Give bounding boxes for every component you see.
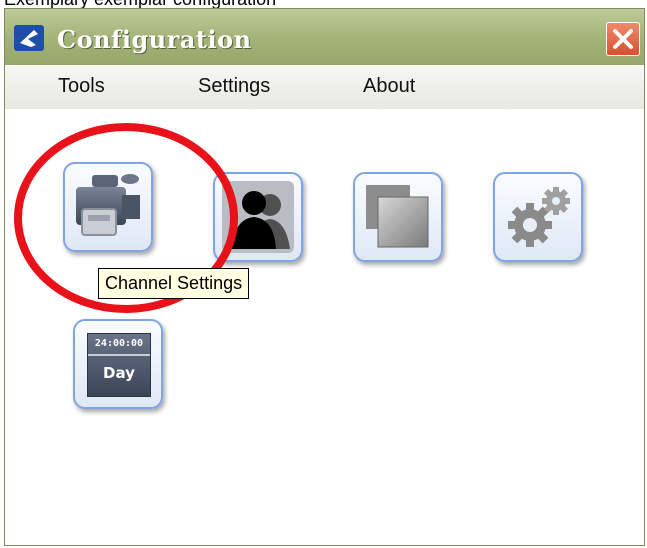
day-schedule-label: Day (103, 364, 135, 382)
day-schedule-time: 24:00:00 (94, 338, 144, 349)
menu-about[interactable]: About (363, 75, 415, 98)
gears-icon (508, 187, 570, 247)
channel-settings-tooltip: Channel Settings (98, 268, 250, 299)
day-schedule-tile[interactable]: 24:00:00 Day (73, 319, 163, 409)
menu-tools[interactable]: Tools (58, 75, 105, 98)
menu-settings[interactable]: Settings (198, 75, 270, 98)
menu-bar: Tools Settings About (5, 65, 644, 109)
layers-tile[interactable] (353, 172, 443, 262)
day-schedule-icon: 24:00:00 Day (87, 333, 151, 397)
gears-tile[interactable] (493, 172, 583, 262)
layers-icon (366, 185, 429, 248)
day-schedule-divider (88, 354, 150, 356)
title-bar[interactable]: Configuration (5, 9, 644, 65)
close-button[interactable] (606, 22, 640, 56)
close-icon (613, 29, 633, 49)
window-title: Configuration (57, 25, 252, 54)
app-logo-icon (14, 25, 44, 51)
